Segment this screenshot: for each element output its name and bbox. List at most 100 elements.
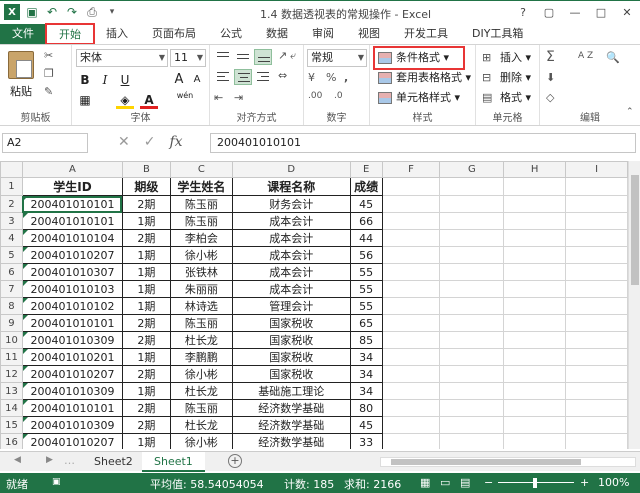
data-cell[interactable]: 2期 — [121, 195, 171, 213]
empty-cell[interactable] — [439, 177, 505, 196]
data-cell[interactable]: 1期 — [121, 297, 171, 315]
row-header[interactable]: 2 — [0, 195, 23, 213]
decrease-indent-icon[interactable]: ⇤ — [214, 91, 223, 104]
zoom-level[interactable]: 100% — [598, 476, 629, 489]
row-header[interactable]: 3 — [0, 212, 23, 230]
empty-cell[interactable] — [503, 314, 567, 332]
prev-sheet-icon[interactable]: ◀ — [14, 455, 21, 465]
data-cell[interactable]: 200401010101 — [21, 195, 123, 213]
empty-cell[interactable] — [381, 399, 441, 417]
data-cell[interactable]: 成本会计 — [231, 280, 351, 298]
data-cell[interactable]: 杜长龙 — [169, 382, 233, 400]
empty-cell[interactable] — [439, 314, 505, 332]
tab-file[interactable]: 文件 — [0, 24, 46, 44]
sort-filter-button[interactable]: A Z — [578, 51, 593, 61]
data-cell[interactable]: 陈玉丽 — [169, 399, 233, 417]
empty-cell[interactable] — [381, 229, 441, 247]
autosum-button[interactable]: Σ — [546, 49, 555, 65]
empty-cell[interactable] — [503, 246, 567, 264]
cell-styles-button[interactable]: 单元格样式 ▾ — [376, 89, 460, 107]
zoom-out-icon[interactable]: − — [484, 476, 493, 489]
row-header[interactable]: 7 — [0, 280, 23, 298]
data-cell[interactable]: 200401010101 — [21, 399, 123, 417]
data-cell[interactable]: 1期 — [121, 433, 171, 449]
row-header[interactable]: 15 — [0, 416, 23, 434]
data-cell[interactable]: 2期 — [121, 331, 171, 349]
data-cell[interactable]: 55 — [349, 297, 383, 315]
empty-cell[interactable] — [503, 365, 567, 383]
find-select-button[interactable]: 🔍 — [606, 51, 620, 64]
empty-cell[interactable] — [565, 212, 628, 230]
data-cell[interactable]: 65 — [349, 314, 383, 332]
sheet-tab-sheet2[interactable]: Sheet2 — [82, 452, 145, 472]
data-cell[interactable]: 基础施工理论 — [231, 382, 351, 400]
tab-view[interactable]: 视图 — [346, 24, 392, 44]
empty-cell[interactable] — [565, 382, 628, 400]
data-cell[interactable]: 1期 — [121, 348, 171, 366]
empty-cell[interactable] — [503, 280, 567, 298]
empty-cell[interactable] — [565, 297, 628, 315]
data-cell[interactable]: 成本会计 — [231, 229, 351, 247]
empty-cell[interactable] — [381, 314, 441, 332]
sheet-tab-sheet1[interactable]: Sheet1 — [142, 452, 205, 472]
delete-cells-button[interactable]: ⊟ 删除 ▾ — [480, 69, 531, 87]
data-cell[interactable]: 1期 — [121, 212, 171, 230]
column-header[interactable]: B — [121, 161, 171, 178]
orientation-icon[interactable]: ↗ — [278, 49, 287, 62]
data-cell[interactable]: 国家税收 — [231, 348, 351, 366]
data-cell[interactable]: 200401010309 — [21, 331, 123, 349]
empty-cell[interactable] — [439, 348, 505, 366]
empty-cell[interactable] — [565, 195, 628, 213]
row-header[interactable]: 6 — [0, 263, 23, 281]
empty-cell[interactable] — [565, 331, 628, 349]
grow-font-button[interactable]: A — [170, 71, 188, 89]
row-header[interactable]: 4 — [0, 229, 23, 247]
middle-align-icon[interactable] — [234, 49, 252, 65]
data-cell[interactable]: 34 — [349, 348, 383, 366]
empty-cell[interactable] — [439, 246, 505, 264]
header-cell[interactable]: 学生ID — [21, 177, 123, 196]
data-cell[interactable]: 徐小彬 — [169, 246, 233, 264]
shrink-font-button[interactable]: A — [188, 71, 206, 89]
empty-cell[interactable] — [439, 297, 505, 315]
empty-cell[interactable] — [565, 229, 628, 247]
empty-cell[interactable] — [439, 365, 505, 383]
data-cell[interactable]: 杜长龙 — [169, 416, 233, 434]
data-cell[interactable]: 200401010207 — [21, 246, 123, 264]
font-size-select[interactable]: 11 ▼ — [170, 49, 206, 67]
empty-cell[interactable] — [503, 195, 567, 213]
row-header[interactable]: 12 — [0, 365, 23, 383]
empty-cell[interactable] — [439, 229, 505, 247]
ribbon-display-icon[interactable]: ▢ — [536, 1, 562, 23]
tab-data[interactable]: 数据 — [254, 24, 300, 44]
data-cell[interactable]: 李柏会 — [169, 229, 233, 247]
empty-cell[interactable] — [439, 416, 505, 434]
data-cell[interactable]: 朱丽丽 — [169, 280, 233, 298]
number-format-select[interactable]: 常规 ▼ — [307, 49, 367, 67]
data-cell[interactable]: 张铁林 — [169, 263, 233, 281]
empty-cell[interactable] — [381, 331, 441, 349]
tab-formulas[interactable]: 公式 — [208, 24, 254, 44]
conditional-formatting-button[interactable]: 条件格式 ▾ — [373, 46, 465, 70]
tab-page-layout[interactable]: 页面布局 — [140, 24, 208, 44]
empty-cell[interactable] — [381, 280, 441, 298]
data-cell[interactable]: 林诗选 — [169, 297, 233, 315]
increase-indent-icon[interactable]: ⇥ — [234, 91, 243, 104]
redo-icon[interactable]: ↷ — [64, 4, 80, 20]
empty-cell[interactable] — [439, 195, 505, 213]
help-icon[interactable]: ? — [510, 1, 536, 23]
row-header[interactable]: 1 — [0, 177, 23, 196]
data-cell[interactable]: 成本会计 — [231, 246, 351, 264]
row-header[interactable]: 13 — [0, 382, 23, 400]
empty-cell[interactable] — [381, 297, 441, 315]
column-header[interactable]: D — [231, 161, 351, 178]
empty-cell[interactable] — [565, 177, 628, 196]
zoom-in-icon[interactable]: + — [580, 476, 589, 489]
header-cell[interactable]: 课程名称 — [231, 177, 351, 196]
vertical-scrollbar[interactable] — [628, 161, 640, 449]
empty-cell[interactable] — [381, 348, 441, 366]
page-break-view-icon[interactable]: ▤ — [460, 476, 470, 489]
data-cell[interactable]: 1期 — [121, 263, 171, 281]
maximize-icon[interactable]: □ — [588, 1, 614, 23]
empty-cell[interactable] — [503, 348, 567, 366]
